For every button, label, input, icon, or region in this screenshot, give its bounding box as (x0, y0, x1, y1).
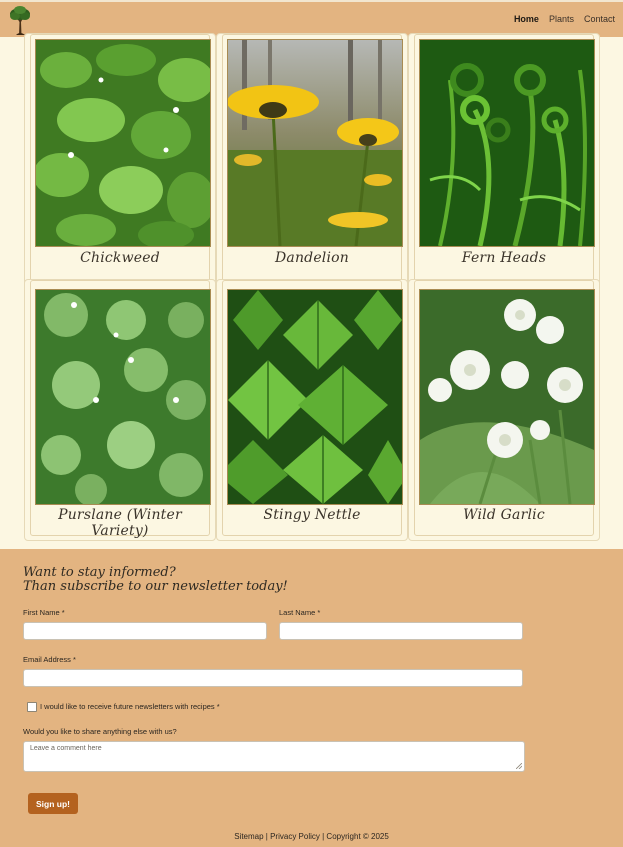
wild-garlic-photo (419, 289, 595, 505)
plant-card-wild-garlic[interactable]: Wild Garlic (408, 279, 600, 541)
plant-card-title: Purslane (Winter Variety) (58, 507, 182, 539)
plant-card-fern-heads[interactable]: Fern Heads (408, 33, 600, 315)
last-name-label: Last Name * (279, 608, 321, 617)
newsletter-heading-line2: Than subscribe to our newsletter today! (23, 579, 288, 594)
newsletter-heading-line1: Want to stay informed? (23, 565, 176, 580)
plant-card-chickweed[interactable]: Chickweed (24, 33, 216, 315)
sign-up-button[interactable]: Sign up! (28, 793, 78, 814)
plant-card-stingy-nettle[interactable]: Stingy Nettle (216, 279, 408, 541)
chickweed-photo (35, 39, 211, 247)
email-input[interactable] (23, 669, 523, 687)
comment-placeholder: Leave a comment here (30, 745, 102, 752)
newsletter-section: Want to stay informed? Than subscribe to… (0, 549, 623, 847)
sitemap-link[interactable]: Sitemap (234, 832, 263, 841)
comment-textarea[interactable]: Leave a comment here (23, 741, 525, 772)
plant-card-title: Fern Heads (461, 250, 547, 266)
last-name-input[interactable] (279, 622, 523, 640)
copyright-text: Copyright © 2025 (326, 832, 389, 841)
plant-card-dandelion[interactable]: Dandelion (216, 33, 408, 315)
top-navbar: Home Plants Contact (0, 0, 623, 37)
privacy-policy-link[interactable]: Privacy Policy (270, 832, 320, 841)
resize-handle-icon[interactable] (516, 763, 522, 769)
plant-gallery: Chickweed Dandelion Fern Heads Purslane … (24, 33, 600, 541)
plant-card-title: Dandelion (274, 250, 350, 266)
stingy-nettle-photo (227, 289, 403, 505)
nav-home-link[interactable]: Home (514, 14, 539, 24)
plant-card-title: Chickweed (80, 250, 160, 266)
dandelion-photo (227, 39, 403, 247)
newsletter-checkbox-label: I would like to receive future newslette… (40, 702, 220, 711)
first-name-label: First Name * (23, 608, 65, 617)
purslane-photo (35, 289, 211, 505)
plant-card-title: Stingy Nettle (263, 507, 361, 523)
main-nav: Home Plants Contact (514, 14, 615, 24)
plant-card-purslane[interactable]: Purslane (Winter Variety) (24, 279, 216, 541)
comment-label: Would you like to share anything else wi… (23, 727, 177, 736)
nav-contact-link[interactable]: Contact (584, 14, 615, 24)
newsletter-heading: Want to stay informed? Than subscribe to… (23, 566, 343, 594)
plant-card-title: Wild Garlic (463, 507, 545, 523)
first-name-input[interactable] (23, 622, 267, 640)
footer: Sitemap | Privacy Policy | Copyright © 2… (0, 832, 623, 841)
fern-heads-photo (419, 39, 595, 247)
nav-plants-link[interactable]: Plants (549, 14, 574, 24)
email-label: Email Address * (23, 655, 76, 664)
tree-icon[interactable] (8, 5, 32, 35)
newsletter-checkbox[interactable] (27, 702, 37, 712)
